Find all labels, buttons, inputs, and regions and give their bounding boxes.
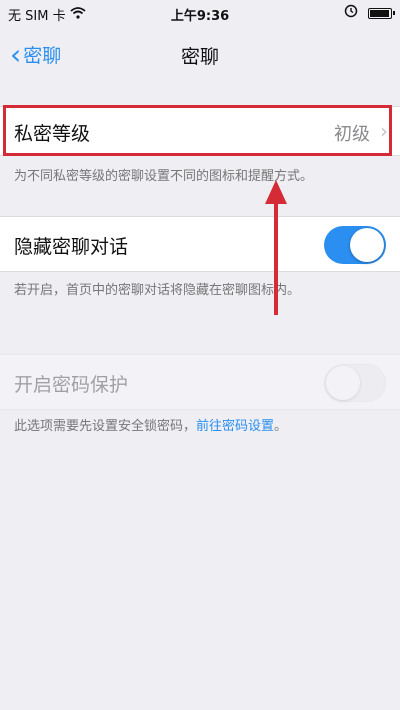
password-settings-link[interactable]: 前往密码设置 — [196, 419, 274, 434]
status-time: 上午9:36 — [170, 9, 230, 24]
status-bar: 无 SIM 卡 上午9:36 — [0, 0, 400, 26]
highlight-box — [3, 105, 392, 156]
password-protect-label: 开启密码保护 — [14, 374, 129, 396]
password-protect-toggle[interactable] — [324, 364, 386, 402]
hide-chat-label: 隐藏密聊对话 — [14, 236, 129, 258]
password-note-end: 。 — [274, 419, 288, 434]
hide-chat-row: 隐藏密聊对话 — [0, 216, 400, 272]
status-right — [344, 4, 395, 22]
toggle-knob — [350, 228, 384, 262]
privacy-level-note: 为不同私密等级的密聊设置不同的图标和提醒方式。 — [14, 169, 314, 184]
arrow-shaft — [274, 200, 278, 315]
battery-icon — [368, 7, 395, 19]
hide-chat-toggle[interactable] — [324, 226, 386, 264]
nav-bar: ‹ 密聊 密聊 — [0, 26, 400, 82]
password-protect-row: 开启密码保护 — [0, 354, 400, 410]
password-protect-note: 此选项需要先设置安全锁密码，前往密码设置。 — [14, 416, 384, 438]
battery-level — [370, 9, 389, 17]
toggle-knob — [326, 366, 360, 400]
hide-chat-note: 若开启，首页中的密聊对话将隐藏在密聊图标内。 — [14, 283, 301, 298]
password-note-text: 此选项需要先设置安全锁密码， — [14, 419, 197, 434]
alarm-icon — [344, 4, 358, 22]
page-title: 密聊 — [180, 46, 219, 68]
